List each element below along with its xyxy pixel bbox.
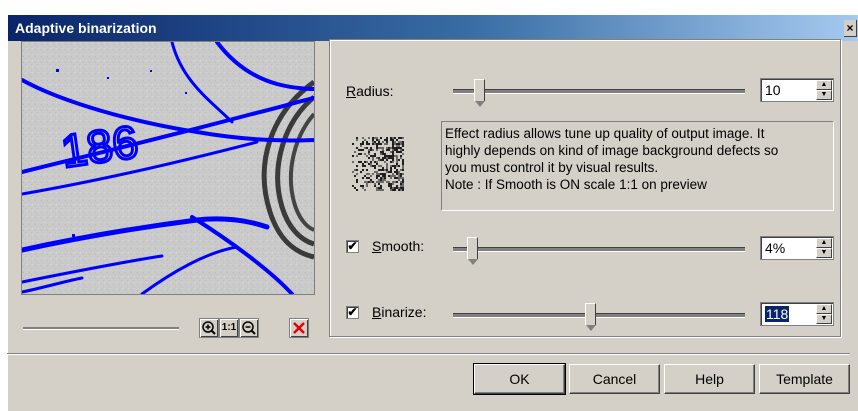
binarize-label-mnemonic: B bbox=[372, 304, 382, 320]
smooth-down-icon[interactable]: ▼ bbox=[816, 248, 832, 258]
zoom-slider-track[interactable] bbox=[23, 327, 179, 330]
smooth-value[interactable]: 4% bbox=[765, 240, 785, 256]
reset-button[interactable] bbox=[289, 318, 309, 338]
smooth-checkbox[interactable]: ✔ bbox=[346, 240, 359, 253]
binarize-label: Binarize: bbox=[372, 304, 426, 320]
reset-icon bbox=[293, 322, 305, 334]
binarize-up-icon[interactable]: ▲ bbox=[816, 304, 832, 314]
description-line: Note : If Smooth is ON scale 1:1 on prev… bbox=[445, 177, 707, 192]
description-text: Effect radius allows tune up quality of … bbox=[441, 121, 834, 211]
zoom-out-icon bbox=[242, 321, 256, 335]
radius-up-icon[interactable]: ▲ bbox=[816, 80, 832, 90]
smooth-label-rest: mooth: bbox=[381, 238, 425, 254]
smooth-slider-track[interactable] bbox=[453, 247, 745, 252]
window-title: Adaptive binarization bbox=[15, 20, 157, 36]
ok-button[interactable]: OK bbox=[473, 363, 566, 395]
smooth-up-icon[interactable]: ▲ bbox=[816, 238, 832, 248]
close-icon[interactable]: × bbox=[844, 20, 857, 37]
radius-slider-track[interactable] bbox=[453, 89, 745, 94]
binarize-label-rest: inarize: bbox=[381, 304, 427, 320]
description-line: you must control it by visual results. bbox=[445, 160, 659, 175]
radius-slider-thumb[interactable] bbox=[474, 79, 485, 107]
radius-label-rest: adius: bbox=[356, 83, 394, 99]
smooth-label: Smooth: bbox=[372, 238, 424, 254]
button-separator bbox=[7, 353, 850, 355]
zoom-in-button[interactable] bbox=[199, 318, 219, 338]
radius-down-icon[interactable]: ▼ bbox=[816, 90, 832, 100]
preview-number-text: 186 bbox=[58, 115, 141, 177]
cancel-button[interactable]: Cancel bbox=[569, 364, 660, 394]
binarize-down-icon[interactable]: ▼ bbox=[816, 314, 832, 324]
binarize-value[interactable]: 118 bbox=[765, 306, 790, 322]
actual-size-button[interactable]: 1:1 bbox=[219, 318, 239, 338]
zoom-in-icon bbox=[202, 321, 216, 335]
radius-label-mnemonic: R bbox=[346, 83, 357, 99]
smooth-label-mnemonic: S bbox=[372, 238, 382, 254]
template-button[interactable]: Template bbox=[759, 364, 850, 394]
smooth-spinbox[interactable]: 4% ▲ ▼ bbox=[760, 236, 834, 260]
description-line: Effect radius allows tune up quality of … bbox=[445, 126, 765, 141]
binarize-slider-thumb[interactable] bbox=[585, 303, 596, 331]
binarize-spinbox[interactable]: 118 ▲ ▼ bbox=[760, 302, 834, 326]
radius-value[interactable]: 10 bbox=[765, 82, 781, 98]
binarize-slider-track[interactable] bbox=[453, 313, 745, 318]
actual-size-icon: 1:1 bbox=[221, 322, 237, 333]
image-preview[interactable]: 186 bbox=[21, 41, 315, 295]
radius-spinbox[interactable]: 10 ▲ ▼ bbox=[760, 78, 834, 102]
radius-sample-icon bbox=[352, 137, 404, 191]
description-line: highly depends on kind of image backgrou… bbox=[445, 143, 779, 158]
preview-image: 186 bbox=[22, 42, 314, 294]
zoom-out-button[interactable] bbox=[239, 318, 259, 338]
smooth-slider-thumb[interactable] bbox=[467, 237, 478, 265]
title-bar[interactable]: Adaptive binarization × bbox=[8, 15, 858, 41]
binarize-checkbox[interactable]: ✔ bbox=[346, 306, 359, 319]
help-button[interactable]: Help bbox=[664, 364, 755, 394]
radius-label: Radius: bbox=[346, 83, 393, 99]
